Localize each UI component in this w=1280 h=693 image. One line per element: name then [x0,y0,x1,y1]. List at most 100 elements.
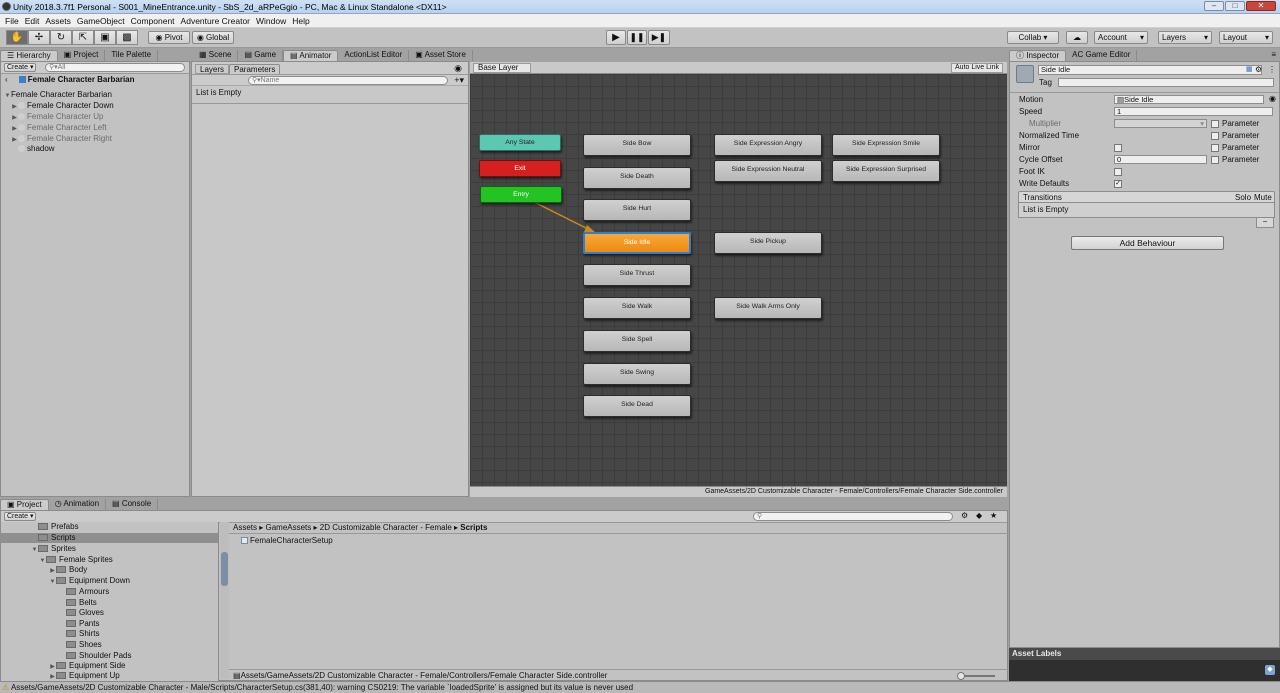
state-side-death[interactable]: Side Death [583,167,691,189]
menu-component[interactable]: Component [128,16,178,26]
eye-icon[interactable]: ◉ [454,63,462,74]
hierarchy-item[interactable]: ▶ Female Character Left [11,123,106,134]
normalized-time-parameter-checkbox[interactable] [1211,132,1219,140]
breadcrumb-scripts[interactable]: Scripts [460,523,487,532]
menu-gameobject[interactable]: GameObject [74,16,128,26]
maximize-icon[interactable]: □ [1225,1,1245,11]
state-side-bow[interactable]: Side Bow [583,134,691,156]
state-side-spell[interactable]: Side Spell [583,330,691,352]
state-side-dead[interactable]: Side Dead [583,395,691,417]
add-parameter-icon[interactable]: +▾ [454,75,464,86]
foot-ik-checkbox[interactable] [1114,168,1122,176]
menu-help[interactable]: Help [289,16,312,26]
expand-arrow-icon[interactable]: ▶ [11,113,18,123]
filter-label-icon[interactable]: ◆ [976,511,982,520]
tab-game[interactable]: ▤ Game [238,50,284,61]
close-icon[interactable]: ✕ [1246,1,1276,11]
folder-tree-item[interactable]: Armours [0,587,218,597]
tag-input[interactable] [1058,78,1274,87]
expand-arrow-icon[interactable]: ▼ [31,545,38,555]
tab-inspector[interactable]: ⓘ Inspector [1009,50,1067,61]
add-behaviour-button[interactable]: Add Behaviour [1071,236,1224,250]
mirror-parameter-checkbox[interactable] [1211,144,1219,152]
status-bar[interactable]: ⚠ Assets/GameAssets/2D Customizable Char… [0,681,1280,693]
state-any-state[interactable]: Any State [479,134,561,151]
tab-parameters[interactable]: Parameters [229,64,281,74]
expand-arrow-icon[interactable]: ▶ [11,102,18,112]
rotate-tool-icon[interactable]: ↻ [50,30,72,45]
expand-arrow-icon[interactable]: ▼ [4,91,11,101]
menu-file[interactable]: File [2,16,22,26]
tab-project-bottom[interactable]: ▣ Project [0,499,49,510]
object-picker-icon[interactable]: ◉ [1269,95,1276,103]
move-tool-icon[interactable]: ✢ [28,30,50,45]
cycle-offset-input[interactable]: 0 [1114,155,1207,164]
folder-tree-item[interactable]: Belts [0,598,218,608]
hierarchy-create-button[interactable]: Create ▾ [4,63,37,72]
hierarchy-root-item[interactable]: ▼Female Character Barbarian [4,90,112,100]
menu-window[interactable]: Window [253,16,289,26]
layout-dropdown[interactable]: Layout ▾ [1219,31,1273,44]
hierarchy-item[interactable]: ▶ Female Character Up [11,112,103,122]
back-arrow-icon[interactable]: ‹ [5,75,19,84]
mirror-checkbox[interactable] [1114,144,1122,152]
project-search-input[interactable]: ⚲ [753,512,953,521]
tab-animator[interactable]: ▤ Animator [283,50,339,61]
collab-dropdown[interactable]: Collab ▾ [1007,31,1059,44]
write-defaults-checkbox[interactable]: ✓ [1114,180,1122,188]
animator-graph-canvas[interactable]: Any State Exit Entry Side Bow Side Death… [470,74,1007,486]
kebab-menu-icon[interactable]: ⋮ [1268,65,1276,74]
state-name-input[interactable]: Side Idle [1038,65,1262,75]
menu-adventure-creator[interactable]: Adventure Creator [178,16,253,26]
hierarchy-item[interactable]: ▶ Female Character Right [11,134,112,144]
panel-menu-icon[interactable]: ≡ [1271,50,1276,59]
state-entry[interactable]: Entry [480,186,562,203]
state-side-thrust[interactable]: Side Thrust [583,264,691,286]
hierarchy-item[interactable]: shadow [18,144,55,154]
filter-type-icon[interactable]: ⚙ [961,511,968,520]
state-exit[interactable]: Exit [479,160,561,177]
tab-asset-store[interactable]: ▣ Asset Store [409,50,473,61]
hierarchy-search-input[interactable]: ⚲▾All [45,63,185,72]
folder-tree-item[interactable]: ▶ Equipment Side [0,661,218,671]
hierarchy-scene-header[interactable]: ‹ Female Character Barbarian [5,75,135,85]
folder-tree-item[interactable]: Shoes [0,640,218,650]
state-side-expression-smile[interactable]: Side Expression Smile [832,134,940,156]
step-button[interactable]: ▶❚ [648,30,670,45]
folder-tree-item[interactable]: Shoulder Pads [0,651,218,661]
tab-hierarchy[interactable]: ☰ Hierarchy [0,50,58,61]
rect-tool-icon[interactable]: ▣ [94,30,116,45]
folder-tree-item[interactable]: ▼ Equipment Down [0,576,218,586]
expand-arrow-icon[interactable]: ▶ [11,124,18,134]
folder-tree-item[interactable]: Pants [0,619,218,629]
parameter-search-input[interactable]: ⚲▾Name [248,76,448,85]
state-side-idle[interactable]: Side Idle [583,232,691,254]
layer-breadcrumb[interactable]: Base Layer [473,63,532,73]
minimize-icon[interactable]: – [1204,1,1224,11]
state-side-swing[interactable]: Side Swing [583,363,691,385]
asset-file-item[interactable]: FemaleCharacterSetup [241,536,333,546]
tab-project[interactable]: ▣ Project [58,50,106,61]
tab-scene[interactable]: ▦ Scene [193,50,239,61]
hierarchy-item[interactable]: ▶ Female Character Down [11,101,114,111]
book-icon[interactable]: ▦ [1246,65,1253,73]
folder-tree-item[interactable]: Gloves [0,608,218,618]
speed-input[interactable]: 1 [1114,107,1273,116]
motion-field[interactable]: ▤Side Idle [1114,95,1264,104]
expand-arrow-icon[interactable]: ▼ [49,577,56,587]
label-tag-icon[interactable]: ◆ [1265,665,1275,675]
remove-transition-button[interactable]: − [1256,218,1274,228]
expand-arrow-icon[interactable]: ▶ [11,135,18,145]
settings-gear-icon[interactable]: ⚙ [1255,65,1262,74]
multiplier-dropdown[interactable]: ▾ [1114,119,1207,128]
layers-dropdown[interactable]: Layers ▾ [1158,31,1212,44]
state-side-hurt[interactable]: Side Hurt [583,199,691,221]
menu-edit[interactable]: Edit [22,16,43,26]
folder-tree-item[interactable]: ▼ Sprites [0,544,218,554]
folder-tree-item[interactable]: ▼ Female Sprites [0,555,218,565]
expand-arrow-icon[interactable]: ▶ [49,672,56,680]
icon-size-slider-handle[interactable] [957,672,965,680]
state-side-pickup[interactable]: Side Pickup [714,232,822,254]
cycle-offset-parameter-checkbox[interactable] [1211,156,1219,164]
scale-tool-icon[interactable]: ⇱ [72,30,94,45]
